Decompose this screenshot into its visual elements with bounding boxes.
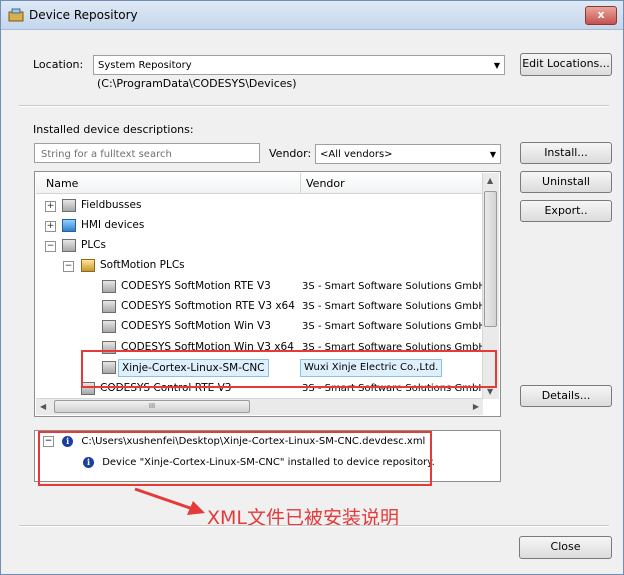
highlight-box <box>38 431 432 486</box>
hmi-device-icon <box>62 219 76 232</box>
tree-header: Name Vendor <box>36 173 483 194</box>
tree-row[interactable]: − SoftMotion PLCs <box>36 256 483 276</box>
tree-row-name: HMI devices <box>81 219 145 231</box>
scroll-right-icon[interactable]: ▶ <box>473 402 479 411</box>
title-bar: Device Repository x <box>1 1 623 30</box>
tree-row-name: SoftMotion PLCs <box>100 259 185 271</box>
device-icon <box>102 280 116 293</box>
tree-row-name: CODESYS SoftMotion Win V3 <box>121 320 271 332</box>
device-icon <box>102 300 116 313</box>
location-select[interactable]: System Repository ▼ <box>93 55 505 75</box>
scroll-down-icon[interactable]: ▼ <box>487 387 493 396</box>
tree-row-name: Fieldbusses <box>81 199 142 211</box>
chevron-down-icon: ▼ <box>489 150 496 159</box>
scroll-up-icon[interactable]: ▲ <box>487 176 493 185</box>
chevron-down-icon: ▼ <box>493 61 500 70</box>
edit-locations-button[interactable]: Edit Locations... <box>520 53 612 76</box>
column-header-vendor[interactable]: Vendor <box>306 177 345 190</box>
expand-icon[interactable]: + <box>45 201 56 212</box>
column-separator[interactable] <box>300 173 301 193</box>
tree-row-name: PLCs <box>81 239 106 251</box>
tree-row-vendor: 3S - Smart Software Solutions GmbH <box>302 281 486 292</box>
divider <box>19 525 609 527</box>
tree-row[interactable]: − PLCs <box>36 236 483 256</box>
horizontal-scrollbar[interactable]: ◀ III ▶ <box>36 398 483 415</box>
divider <box>19 105 609 107</box>
softmotion-plc-icon <box>81 259 95 272</box>
device-group-icon <box>62 199 76 212</box>
tree-row[interactable]: + HMI devices <box>36 216 483 236</box>
vendor-select[interactable]: <All vendors> ▼ <box>315 144 501 164</box>
location-path: (C:\ProgramData\CODESYS\Devices) <box>97 77 297 90</box>
search-input[interactable] <box>39 145 258 163</box>
vendor-label: Vendor: <box>269 147 312 160</box>
close-button[interactable]: Close <box>519 536 612 559</box>
location-value: System Repository <box>98 60 192 71</box>
tree-row[interactable]: CODESYS Softmotion RTE V3 x64 3S - Smart… <box>36 297 486 317</box>
tree-row-vendor: 3S - Smart Software Solutions GmbH <box>302 301 486 312</box>
scroll-thumb[interactable] <box>484 191 497 327</box>
export-button[interactable]: Export.. <box>520 200 612 222</box>
collapse-icon[interactable]: − <box>45 241 56 252</box>
close-window-button[interactable]: x <box>585 6 617 25</box>
tree-row[interactable]: CODESYS SoftMotion RTE V3 3S - Smart Sof… <box>36 277 486 297</box>
plc-group-icon <box>62 239 76 252</box>
highlight-box <box>81 350 497 388</box>
location-label: Location: <box>33 58 84 71</box>
scroll-thumb[interactable]: III <box>54 400 250 413</box>
device-icon <box>102 320 116 333</box>
uninstall-button[interactable]: Uninstall <box>520 171 612 193</box>
scroll-left-icon[interactable]: ◀ <box>40 402 46 411</box>
expand-icon[interactable]: + <box>45 221 56 232</box>
device-repository-dialog: Device Repository x Location: System Rep… <box>0 0 624 575</box>
tree-row-name: CODESYS Softmotion RTE V3 x64 <box>121 300 295 312</box>
tree-row[interactable]: CODESYS SoftMotion Win V3 3S - Smart Sof… <box>36 317 486 337</box>
device-repository-icon <box>8 8 24 22</box>
vendor-value: <All vendors> <box>320 149 393 160</box>
window-title: Device Repository <box>29 8 138 22</box>
collapse-icon[interactable]: − <box>63 261 74 272</box>
install-button[interactable]: Install... <box>520 142 612 164</box>
tree-row-vendor: 3S - Smart Software Solutions GmbH <box>302 321 486 332</box>
tree-row-name: CODESYS SoftMotion RTE V3 <box>121 280 271 292</box>
tree-row[interactable]: + Fieldbusses <box>36 196 483 216</box>
annotation-arrow-icon <box>134 487 205 515</box>
fulltext-search-field[interactable] <box>34 143 260 163</box>
details-button[interactable]: Details... <box>520 385 612 407</box>
installed-descriptions-label: Installed device descriptions: <box>33 123 194 136</box>
column-header-name[interactable]: Name <box>46 177 78 190</box>
